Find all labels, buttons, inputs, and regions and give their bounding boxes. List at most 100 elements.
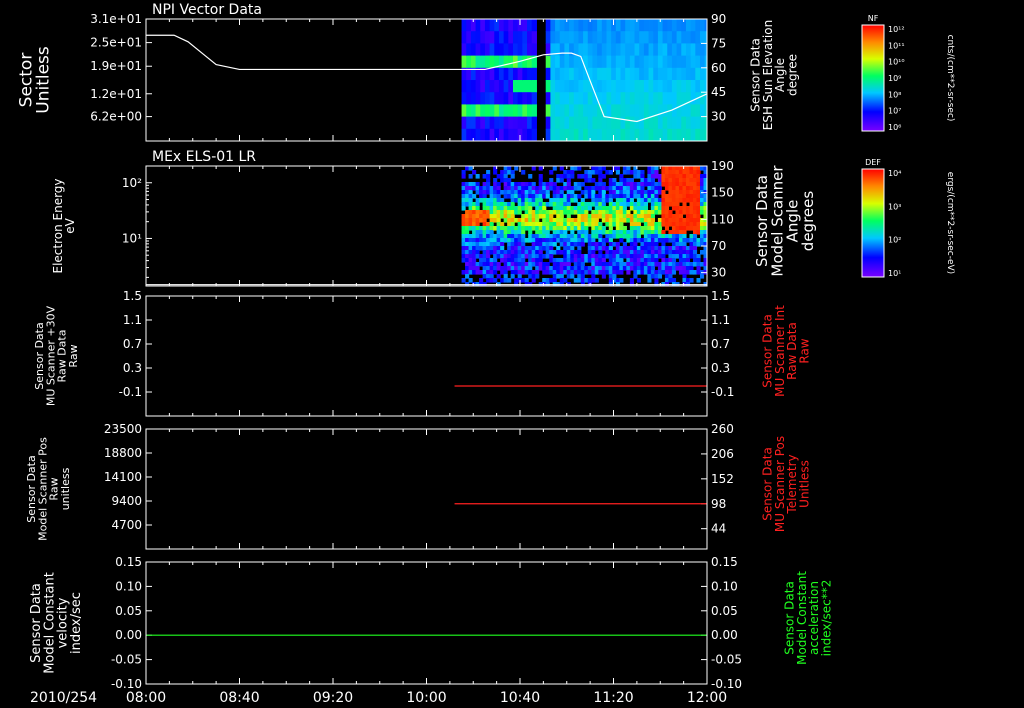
heatmap-cell [510,250,515,255]
heatmap-cell [678,198,684,203]
heatmap-cell [587,238,592,243]
heatmap-cell [489,194,494,199]
heatmap-cell [514,234,519,239]
heatmap-cell [503,234,508,239]
heatmap-cell [500,242,505,247]
heatmap-cell [569,31,575,44]
heatmap-cell [465,242,470,247]
heatmap-cell [552,186,557,191]
heatmap-cell [633,262,638,267]
heatmap-cell [556,214,561,219]
heatmap-cell [612,206,617,211]
heatmap-cell [545,92,551,105]
heatmap-cell [566,258,571,263]
heatmap-cell [689,210,694,215]
heatmap-cell [664,174,670,179]
heatmap-cell [531,226,536,231]
heatmap-cell [685,19,692,32]
heatmap-cell [472,182,477,187]
heatmap-cell [643,230,648,235]
heatmap-cell [461,234,466,239]
heatmap-cell [489,250,494,255]
heatmap-cell [552,238,557,243]
heatmap-cell [465,234,470,239]
heatmap-cell [466,104,472,118]
heatmap-cell [668,266,673,271]
heatmap-cell [475,55,481,69]
heatmap-cell [626,266,631,271]
heatmap-cell [629,202,634,207]
heatmap-cell [675,234,680,239]
heatmap-cell [577,214,582,219]
heatmap-cell [496,254,501,259]
heatmap-cell [500,254,505,259]
heatmap-cell [489,222,494,227]
heatmap-cell [480,19,486,32]
heatmap-cell [647,214,652,219]
heatmap-cell [484,31,491,44]
heatmap-cell [503,170,508,175]
heatmap-cell [625,31,631,44]
heatmap-cell [615,104,622,118]
heatmap-cell [503,206,508,211]
heatmap-cell [605,238,610,243]
heatmap-cell [648,92,654,105]
heatmap-cell [587,92,594,105]
heatmap-cell [465,218,470,223]
heatmap-cell [675,186,680,191]
heatmap-cell [668,230,673,235]
heatmap-cell [486,226,491,231]
heatmap-cell [549,242,554,247]
heatmap-cell [517,190,522,195]
heatmap-cell [580,190,585,195]
heatmap-cell [570,170,575,175]
heatmap-cell [647,262,652,267]
heatmap-cell [480,80,486,93]
heatmap-cell [528,266,533,271]
heatmap-cell [597,67,603,81]
heatmap-cell [489,206,494,211]
heatmap-cell [608,198,613,203]
heatmap-cell [629,43,636,57]
heatmap-cell [605,250,610,255]
heatmap-cell [633,230,638,235]
heatmap-cell [633,266,638,271]
time-tick-label: 10:00 [406,690,446,706]
heatmap-cell [573,104,580,118]
heatmap-cell [668,170,673,175]
heatmap-cell [682,226,687,231]
heatmap-cell [633,210,638,215]
heatmap-cell [643,190,648,195]
heatmap-cell [468,190,473,195]
heatmap-cell [643,128,650,141]
heatmap-cell [555,116,561,130]
heatmap-cell [662,43,668,57]
heatmap-cell [566,186,571,191]
heatmap-cell [566,194,571,199]
heatmap-cell [689,198,694,203]
heatmap-cell [475,31,481,44]
heatmap-cell [675,178,680,183]
heatmap-cell [475,43,481,57]
heatmap-cell [661,222,666,227]
heatmap-cell [587,254,592,259]
heatmap-cell [531,218,536,223]
heatmap-cell [671,226,677,231]
heatmap-cell [671,19,678,32]
heatmap-cell [569,128,575,141]
colorbar-gradient [861,168,885,278]
heatmap-cell [503,194,508,199]
heatmap-cell [482,194,487,199]
heatmap-cell [629,182,634,187]
y-right-tick-label: 60 [711,61,726,75]
heatmap-cell [493,278,498,283]
heatmap-cell [608,186,613,191]
heatmap-cell [636,190,641,195]
heatmap-cell [538,266,543,271]
heatmap-cell [662,92,668,105]
heatmap-cell [472,270,477,275]
heatmap-cell [654,226,659,231]
heatmap-cell [498,80,505,93]
heatmap-cell [678,186,684,191]
heatmap-cell [556,250,561,255]
